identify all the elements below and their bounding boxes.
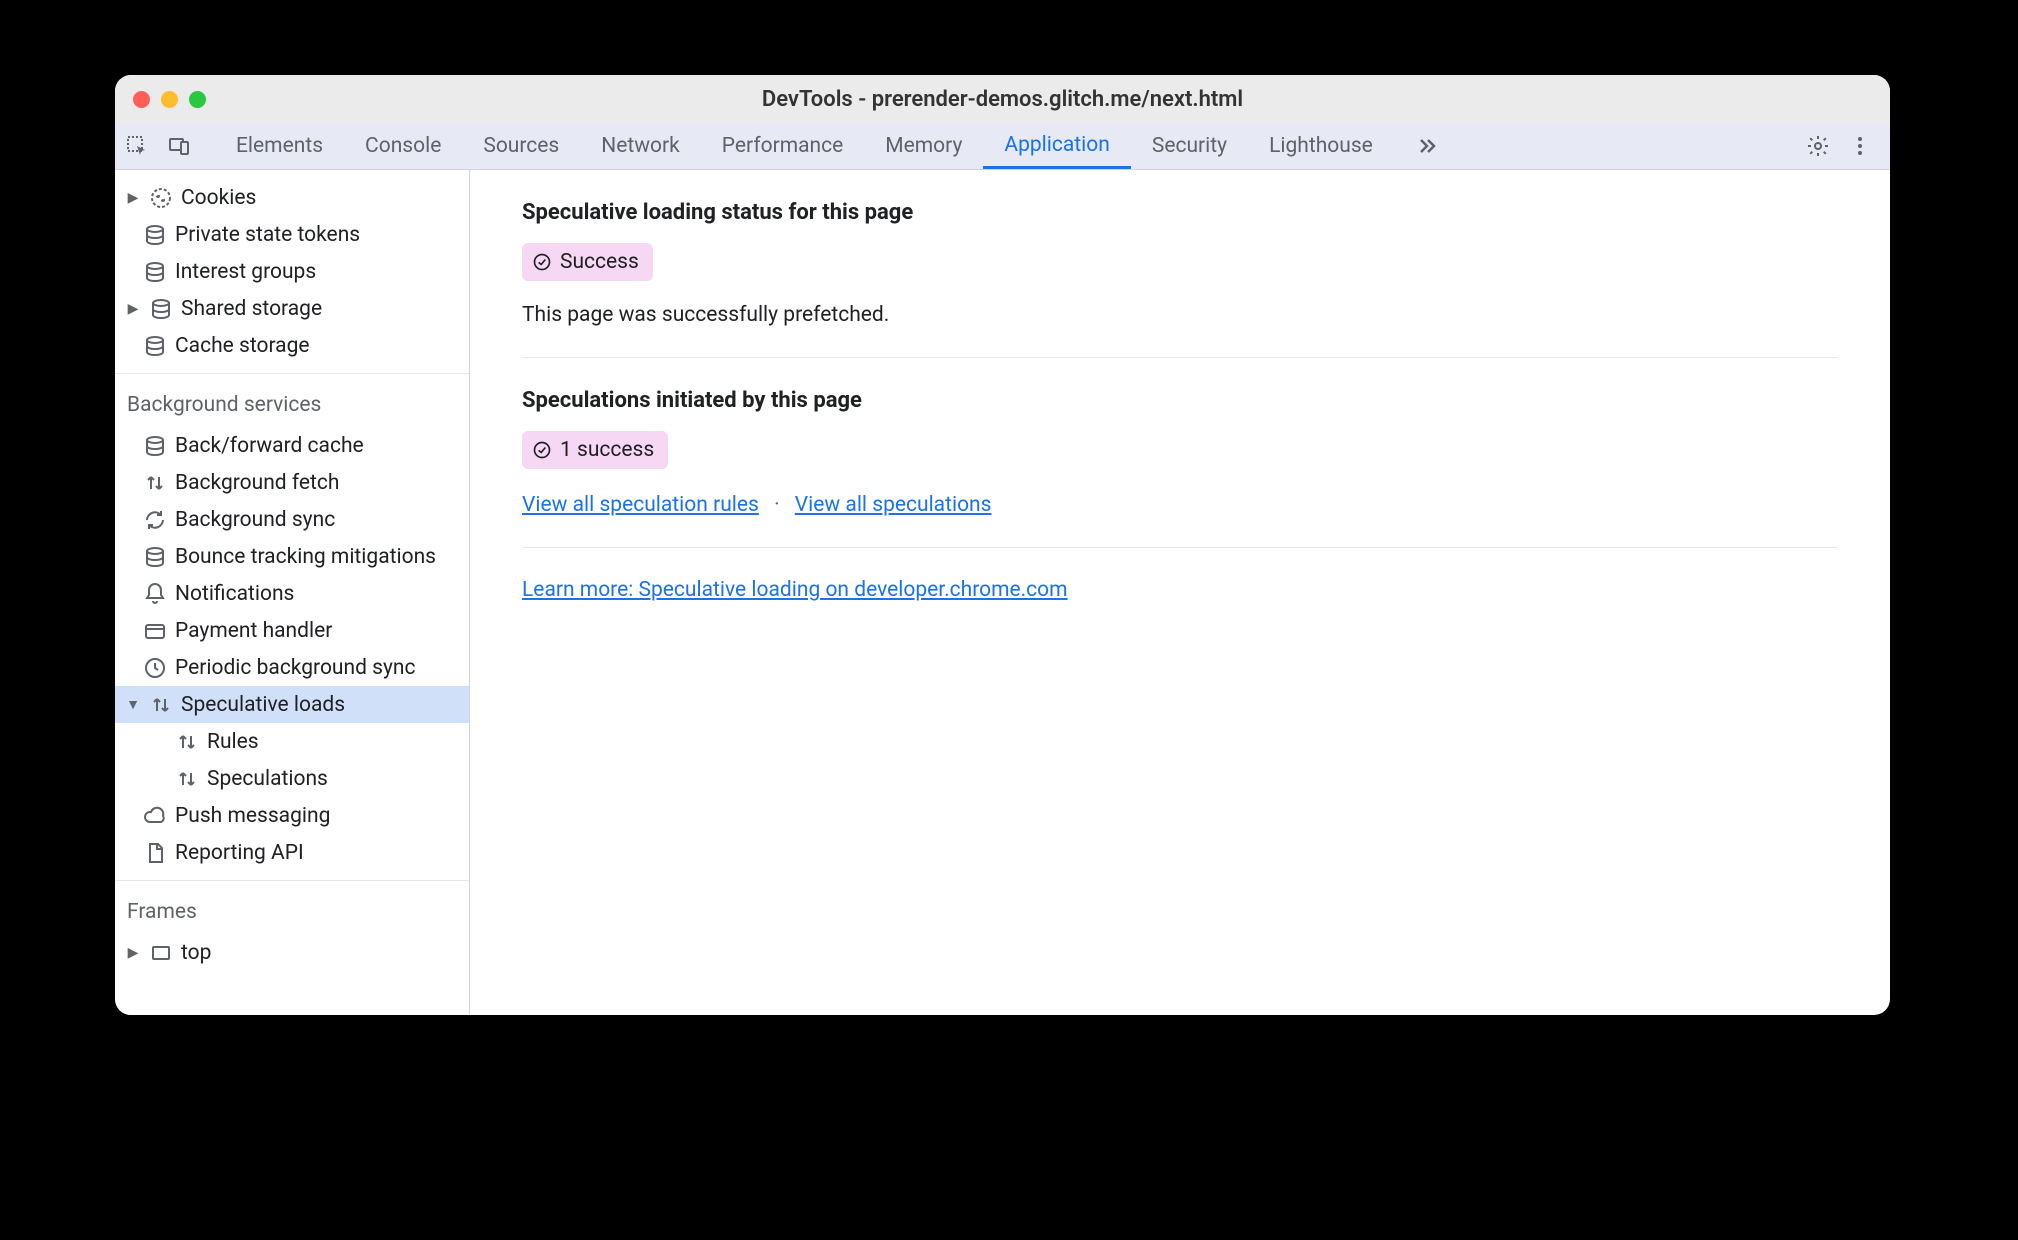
db-icon: [143, 434, 167, 458]
sidebar-header-bg: Background services: [115, 383, 469, 427]
sidebar-item-notifications[interactable]: Notifications: [115, 575, 469, 612]
devtools-window: DevTools - prerender-demos.glitch.me/nex…: [115, 75, 1890, 1015]
expand-arrow-icon: ▶: [125, 301, 141, 317]
db-icon: [143, 545, 167, 569]
updown-icon: [175, 730, 199, 754]
traffic-lights: [133, 91, 206, 108]
cloud-icon: [143, 804, 167, 828]
tab-lighthouse[interactable]: Lighthouse: [1248, 123, 1394, 169]
view-rules-link[interactable]: View all speculation rules: [522, 493, 759, 517]
updown-icon: [175, 767, 199, 791]
cookie-icon: [149, 186, 173, 210]
sidebar-item-label: Speculative loads: [181, 693, 345, 717]
titlebar: DevTools - prerender-demos.glitch.me/nex…: [115, 75, 1890, 123]
sidebar-item-label: Rules: [207, 730, 259, 754]
main-panel: Speculative loading status for this page…: [470, 170, 1890, 1015]
sidebar: ▶ Cookies Private state tokens Interest gro…: [115, 170, 470, 1015]
tab-memory[interactable]: Memory: [864, 123, 983, 169]
sidebar-item-rules[interactable]: Rules: [115, 723, 469, 760]
db-icon: [143, 260, 167, 284]
speculations-badge-label: 1 success: [560, 438, 654, 462]
sidebar-item-label: Background fetch: [175, 471, 339, 495]
sidebar-item-label: Periodic background sync: [175, 656, 416, 680]
doc-icon: [143, 841, 167, 865]
sidebar-item-interest-groups[interactable]: Interest groups: [115, 253, 469, 290]
card-icon: [143, 619, 167, 643]
status-badge-label: Success: [560, 250, 639, 274]
frame-icon: [149, 941, 173, 965]
sidebar-header-frames: Frames: [115, 890, 469, 934]
tab-performance[interactable]: Performance: [701, 123, 864, 169]
sidebar-item-top[interactable]: ▶ top: [115, 934, 469, 971]
sidebar-item-label: Back/forward cache: [175, 434, 364, 458]
sidebar-item-label: Background sync: [175, 508, 335, 532]
expand-arrow-icon: ▶: [125, 190, 141, 206]
window-title: DevTools - prerender-demos.glitch.me/nex…: [762, 87, 1243, 112]
sidebar-item-cache-storage[interactable]: Cache storage: [115, 327, 469, 364]
tab-application[interactable]: Application: [983, 123, 1130, 169]
expand-arrow-icon: ▶: [125, 945, 141, 961]
more-icon[interactable]: [1848, 134, 1872, 158]
sidebar-item-label: Interest groups: [175, 260, 316, 284]
sidebar-item-label: Notifications: [175, 582, 294, 606]
tabbar: Elements Console Sources Network Perform…: [115, 123, 1890, 170]
sidebar-item-reporting-api[interactable]: Reporting API: [115, 834, 469, 871]
separator: ·: [774, 493, 780, 517]
sidebar-item-speculations[interactable]: Speculations: [115, 760, 469, 797]
content-area: ▶ Cookies Private state tokens Interest gro…: [115, 170, 1890, 1015]
tabs-list: Elements Console Sources Network Perform…: [215, 123, 1806, 169]
sidebar-item-bounce-tracking-mitigations[interactable]: Bounce tracking mitigations: [115, 538, 469, 575]
bell-icon: [143, 582, 167, 606]
check-circle-icon: [532, 252, 552, 272]
sidebar-item-private-state-tokens[interactable]: Private state tokens: [115, 216, 469, 253]
sidebar-item-label: Speculations: [207, 767, 328, 791]
sidebar-item-background-sync[interactable]: Background sync: [115, 501, 469, 538]
status-text: This page was successfully prefetched.: [522, 303, 1838, 327]
tab-console[interactable]: Console: [344, 123, 462, 169]
expand-arrow-icon: ▼: [125, 696, 141, 713]
db-icon: [143, 223, 167, 247]
sidebar-item-payment-handler[interactable]: Payment handler: [115, 612, 469, 649]
sync-icon: [143, 508, 167, 532]
tab-sources[interactable]: Sources: [462, 123, 580, 169]
status-heading: Speculative loading status for this page: [522, 200, 1838, 225]
sidebar-item-shared-storage[interactable]: ▶ Shared storage: [115, 290, 469, 327]
check-circle-icon: [532, 440, 552, 460]
clock-icon: [143, 656, 167, 680]
sidebar-item-label: Push messaging: [175, 804, 330, 828]
db-icon: [149, 297, 173, 321]
sidebar-item-label: Cookies: [181, 186, 256, 210]
sidebar-item-push-messaging[interactable]: Push messaging: [115, 797, 469, 834]
device-toggle-icon[interactable]: [167, 134, 191, 158]
sidebar-item-label: top: [181, 941, 211, 965]
tab-elements[interactable]: Elements: [215, 123, 344, 169]
speculations-heading: Speculations initiated by this page: [522, 388, 1838, 413]
updown-icon: [149, 693, 173, 717]
learn-more-link[interactable]: Learn more: Speculative loading on devel…: [522, 578, 1068, 602]
db-icon: [143, 334, 167, 358]
sidebar-item-background-fetch[interactable]: Background fetch: [115, 464, 469, 501]
close-window-button[interactable]: [133, 91, 150, 108]
sidebar-item-label: Bounce tracking mitigations: [175, 545, 436, 569]
updown-icon: [143, 471, 167, 495]
sidebar-item-periodic-background-sync[interactable]: Periodic background sync: [115, 649, 469, 686]
settings-icon[interactable]: [1806, 134, 1830, 158]
sidebar-item-cookies[interactable]: ▶ Cookies: [115, 179, 469, 216]
speculations-badge: 1 success: [522, 431, 668, 469]
sidebar-item-speculative-loads[interactable]: ▼ Speculative loads: [115, 686, 469, 723]
status-badge: Success: [522, 243, 653, 281]
sidebar-item-label: Shared storage: [181, 297, 322, 321]
tabs-overflow-button[interactable]: [1394, 123, 1460, 169]
sidebar-item-label: Private state tokens: [175, 223, 360, 247]
sidebar-item-label: Cache storage: [175, 334, 310, 358]
tab-security[interactable]: Security: [1131, 123, 1248, 169]
maximize-window-button[interactable]: [189, 91, 206, 108]
inspect-icon[interactable]: [125, 134, 149, 158]
sidebar-item-label: Reporting API: [175, 841, 304, 865]
sidebar-item-label: Payment handler: [175, 619, 332, 643]
view-speculations-link[interactable]: View all speculations: [795, 493, 992, 517]
minimize-window-button[interactable]: [161, 91, 178, 108]
sidebar-item-back-forward-cache[interactable]: Back/forward cache: [115, 427, 469, 464]
tab-network[interactable]: Network: [580, 123, 701, 169]
